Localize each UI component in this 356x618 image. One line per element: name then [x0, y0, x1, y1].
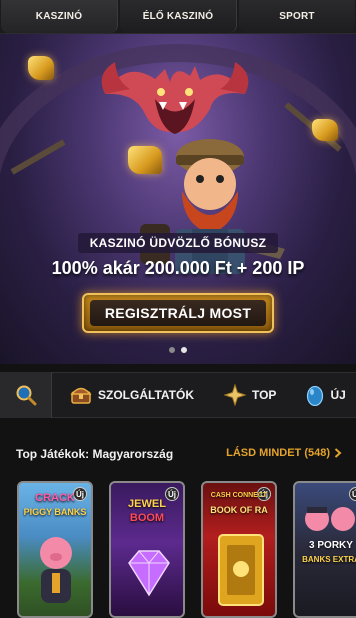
- category-new-label: ÚJ: [330, 388, 346, 402]
- game-title: 3 PORKY: [309, 540, 353, 551]
- category-new[interactable]: ÚJ: [306, 384, 346, 406]
- category-top[interactable]: TOP: [223, 384, 277, 406]
- egg-icon: [307, 385, 324, 406]
- star-icon: [223, 384, 246, 406]
- see-all-link[interactable]: LÁSD MINDET (548): [226, 447, 342, 459]
- game-card[interactable]: Új JEWEL BOOM: [109, 481, 185, 618]
- game-card[interactable]: Új CASH CONNECT BOOK OF RA: [201, 481, 277, 618]
- tab-casino[interactable]: KASZINÓ: [1, 0, 118, 33]
- game-card[interactable]: Új CRACK PIGGY BANKS: [17, 481, 93, 618]
- tab-sport[interactable]: SPORT: [239, 0, 355, 33]
- game-subtitle: BOOK OF RA: [210, 505, 268, 515]
- gold-nugget-icon: [28, 56, 54, 80]
- category-top-label: TOP: [251, 388, 277, 402]
- game-list: Új CRACK PIGGY BANKS Új JEWEL BOOM Új CA…: [17, 481, 356, 618]
- search-button[interactable]: [0, 372, 52, 418]
- top-nav: KASZINÓ ÉLŐ KASZINÓ SPORT: [0, 0, 356, 34]
- see-all-label: LÁSD MINDET (548): [226, 447, 330, 459]
- register-now-label: REGISZTRÁLJ MOST: [104, 305, 252, 321]
- piggy-character-image: [40, 537, 72, 603]
- carousel-dots: [0, 347, 356, 353]
- tab-live-casino[interactable]: ÉLŐ KASZINÓ: [120, 0, 237, 33]
- pig-characters-image: [305, 507, 355, 531]
- game-title: JEWEL: [128, 498, 166, 510]
- category-bar: SZOLGÁLTATÓK TOP ÚJ: [0, 372, 356, 418]
- miner-illustration: [140, 139, 285, 274]
- game-subtitle: BANKS EXTRA: [302, 555, 356, 564]
- chevron-right-icon: [334, 448, 342, 458]
- diamond-image: [128, 550, 170, 597]
- search-icon: [16, 385, 36, 406]
- game-subtitle: PIGGY BANKS: [23, 507, 87, 517]
- promo-banner[interactable]: KASZINÓ ÜDVÖZLŐ BÓNUSZ 100% akár 200.000…: [0, 34, 356, 364]
- category-providers[interactable]: SZOLGÁLTATÓK: [70, 385, 194, 405]
- game-card[interactable]: Új 3 PORKY BANKS EXTRA: [293, 481, 356, 618]
- category-providers-label: SZOLGÁLTATÓK: [98, 388, 194, 402]
- section-title: Top Játékok: Magyarország: [16, 447, 174, 461]
- carousel-dot-active[interactable]: [181, 347, 187, 353]
- app-root: KASZINÓ ÉLŐ KASZINÓ SPORT KASZINÓ ÜDVÖZL…: [0, 0, 356, 618]
- chest-icon: [70, 387, 92, 404]
- golden-book-image: [218, 534, 264, 606]
- bonus-title: KASZINÓ ÜDVÖZLŐ BÓNUSZ: [77, 233, 279, 253]
- gold-nugget-icon: [312, 119, 338, 141]
- bonus-amount: 100% akár 200.000 Ft + 200 IP: [51, 258, 305, 278]
- game-subtitle: BOOM: [129, 512, 165, 524]
- game-title: CASH CONNECT: [210, 492, 268, 499]
- carousel-dot[interactable]: [169, 347, 175, 353]
- game-title: CRACK: [35, 492, 75, 504]
- register-now-button[interactable]: REGISZTRÁLJ MOST: [82, 293, 274, 333]
